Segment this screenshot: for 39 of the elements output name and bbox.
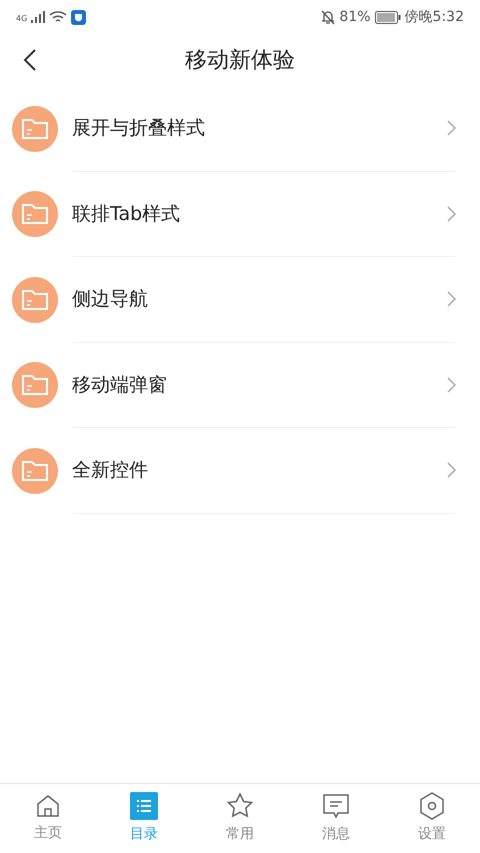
chevron-right-icon <box>447 376 456 393</box>
list-icon <box>130 792 158 820</box>
message-icon <box>322 792 350 820</box>
network-type: 4G <box>16 13 28 25</box>
wifi-icon <box>49 10 68 24</box>
back-icon <box>23 48 37 72</box>
bell-off-icon <box>321 10 336 24</box>
menu-item[interactable]: 联排Tab样式 <box>0 172 480 257</box>
menu-item[interactable]: 侧边导航 <box>0 257 480 342</box>
signal-icon <box>31 11 46 23</box>
nav-tab[interactable]: 常用 <box>192 784 288 853</box>
menu-item-label: 展开与折叠样式 <box>72 116 206 141</box>
shield-icon <box>71 10 86 24</box>
nav-tab[interactable]: 消息 <box>288 784 384 853</box>
menu-item-label: 移动端弹窗 <box>72 372 168 398</box>
page-title: 移动新体验 <box>185 46 295 74</box>
chevron-right-icon <box>447 120 456 136</box>
nav-tab[interactable]: 主页 <box>0 784 96 853</box>
battery-percent: 81% <box>339 8 371 26</box>
folder-icon <box>12 191 58 238</box>
menu-item[interactable]: 展开与折叠样式 <box>0 86 480 172</box>
chevron-right-icon <box>447 291 456 308</box>
home-icon <box>35 793 61 819</box>
battery-icon <box>374 10 401 24</box>
chevron-right-icon <box>447 206 456 222</box>
menu-item[interactable]: 全新控件 <box>0 428 480 514</box>
chevron-right-icon <box>447 462 456 478</box>
settings-icon <box>419 792 445 820</box>
star-icon <box>226 792 254 820</box>
menu-item[interactable]: 移动端弹窗 <box>0 342 480 428</box>
folder-icon <box>12 106 58 152</box>
menu-item-label: 侧边导航 <box>72 287 149 312</box>
folder-icon <box>12 448 58 494</box>
nav-tab[interactable]: 设置 <box>384 784 480 853</box>
clock: 傍晚5:32 <box>404 8 464 26</box>
menu-item-label: 联排Tab样式 <box>72 202 182 226</box>
folder-icon <box>12 362 58 408</box>
menu-item-label: 全新控件 <box>72 458 149 483</box>
folder-icon <box>12 276 58 323</box>
